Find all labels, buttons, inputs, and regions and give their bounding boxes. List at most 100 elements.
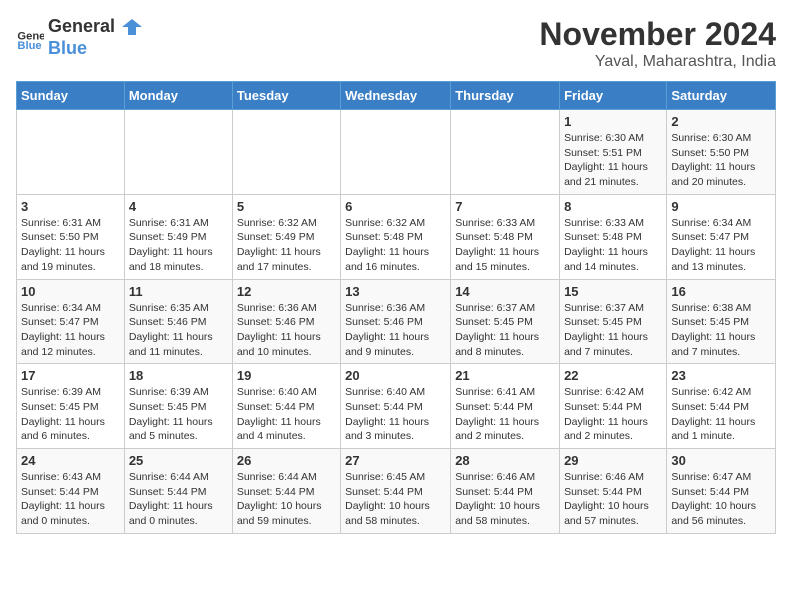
day-number: 21 [455,368,555,383]
calendar-cell: 25 Sunrise: 6:44 AM Sunset: 5:44 PM Dayli… [124,449,232,534]
day-number: 4 [129,199,228,214]
calendar-cell: 7Sunrise: 6:33 AM Sunset: 5:48 PM Daylig… [451,194,560,279]
day-info: Sunrise: 6:37 AM Sunset: 5:45 PM Dayligh… [564,301,662,360]
weekday-header-friday: Friday [560,82,667,110]
calendar-cell: 30 Sunrise: 6:47 AM Sunset: 5:44 PM Dayli… [667,449,776,534]
day-number: 25 [129,453,228,468]
calendar-cell: 28Sunrise: 6:46 AM Sunset: 5:44 PM Dayli… [451,449,560,534]
day-info: Sunrise: 6:37 AM Sunset: 5:45 PM Dayligh… [455,301,555,360]
calendar-cell [232,110,340,195]
day-info: Sunrise: 6:33 AM Sunset: 5:48 PM Dayligh… [455,216,555,275]
day-info: Sunrise: 6:32 AM Sunset: 5:48 PM Dayligh… [345,216,446,275]
calendar-cell: 19 Sunrise: 6:40 AM Sunset: 5:44 PM Dayli… [232,364,340,449]
day-info: Sunrise: 6:39 AM Sunset: 5:45 PM Dayligh… [129,385,228,444]
header: General Blue General Blue November 2024 … [16,16,776,71]
calendar-week-row: 17 Sunrise: 6:39 AM Sunset: 5:45 PM Dayli… [17,364,776,449]
calendar-cell: 12 Sunrise: 6:36 AM Sunset: 5:46 PM Dayli… [232,279,340,364]
calendar-cell: 24 Sunrise: 6:43 AM Sunset: 5:44 PM Dayli… [17,449,125,534]
logo-blue-text: Blue [48,38,142,60]
location-title: Yaval, Maharashtra, India [539,53,776,71]
calendar-cell: 18 Sunrise: 6:39 AM Sunset: 5:45 PM Dayli… [124,364,232,449]
calendar-cell [17,110,125,195]
day-number: 1 [564,114,662,129]
day-info: Sunrise: 6:45 AM Sunset: 5:44 PM Dayligh… [345,470,446,529]
weekday-header-tuesday: Tuesday [232,82,340,110]
day-info: Sunrise: 6:32 AM Sunset: 5:49 PM Dayligh… [237,216,336,275]
calendar-cell: 6Sunrise: 6:32 AM Sunset: 5:48 PM Daylig… [341,194,451,279]
day-info: Sunrise: 6:39 AM Sunset: 5:45 PM Dayligh… [21,385,120,444]
logo-general-text: General [48,16,142,38]
calendar-cell: 14 Sunrise: 6:37 AM Sunset: 5:45 PM Dayli… [451,279,560,364]
weekday-header-row: SundayMondayTuesdayWednesdayThursdayFrid… [17,82,776,110]
day-info: Sunrise: 6:42 AM Sunset: 5:44 PM Dayligh… [671,385,771,444]
calendar-week-row: 1 Sunrise: 6:30 AM Sunset: 5:51 PM Daylig… [17,110,776,195]
calendar-week-row: 3 Sunrise: 6:31 AM Sunset: 5:50 PM Daylig… [17,194,776,279]
day-number: 10 [21,284,120,299]
title-area: November 2024 Yaval, Maharashtra, India [539,16,776,71]
day-number: 29 [564,453,662,468]
calendar-cell: 4 Sunrise: 6:31 AM Sunset: 5:49 PM Daylig… [124,194,232,279]
calendar-cell: 15 Sunrise: 6:37 AM Sunset: 5:45 PM Dayli… [560,279,667,364]
day-number: 28 [455,453,555,468]
day-number: 2 [671,114,771,129]
calendar-cell: 16Sunrise: 6:38 AM Sunset: 5:45 PM Dayli… [667,279,776,364]
day-number: 3 [21,199,120,214]
logo-icon: General Blue [16,24,44,52]
day-number: 9 [671,199,771,214]
day-number: 20 [345,368,446,383]
day-number: 18 [129,368,228,383]
day-number: 12 [237,284,336,299]
calendar-cell: 3 Sunrise: 6:31 AM Sunset: 5:50 PM Daylig… [17,194,125,279]
logo-bird-icon [122,17,142,37]
day-number: 26 [237,453,336,468]
day-info: Sunrise: 6:44 AM Sunset: 5:44 PM Dayligh… [129,470,228,529]
weekday-header-monday: Monday [124,82,232,110]
day-number: 15 [564,284,662,299]
calendar-cell: 29Sunrise: 6:46 AM Sunset: 5:44 PM Dayli… [560,449,667,534]
day-number: 14 [455,284,555,299]
day-info: Sunrise: 6:30 AM Sunset: 5:50 PM Dayligh… [671,131,771,190]
day-info: Sunrise: 6:40 AM Sunset: 5:44 PM Dayligh… [237,385,336,444]
day-info: Sunrise: 6:36 AM Sunset: 5:46 PM Dayligh… [237,301,336,360]
logo: General Blue General Blue [16,16,142,59]
calendar-cell: 2 Sunrise: 6:30 AM Sunset: 5:50 PM Daylig… [667,110,776,195]
calendar-cell: 23 Sunrise: 6:42 AM Sunset: 5:44 PM Dayli… [667,364,776,449]
day-info: Sunrise: 6:38 AM Sunset: 5:45 PM Dayligh… [671,301,771,360]
weekday-header-thursday: Thursday [451,82,560,110]
calendar-cell [341,110,451,195]
calendar-cell: 11 Sunrise: 6:35 AM Sunset: 5:46 PM Dayli… [124,279,232,364]
day-number: 8 [564,199,662,214]
day-info: Sunrise: 6:42 AM Sunset: 5:44 PM Dayligh… [564,385,662,444]
day-info: Sunrise: 6:40 AM Sunset: 5:44 PM Dayligh… [345,385,446,444]
day-info: Sunrise: 6:41 AM Sunset: 5:44 PM Dayligh… [455,385,555,444]
day-number: 27 [345,453,446,468]
day-number: 13 [345,284,446,299]
weekday-header-sunday: Sunday [17,82,125,110]
day-number: 19 [237,368,336,383]
day-info: Sunrise: 6:34 AM Sunset: 5:47 PM Dayligh… [21,301,120,360]
day-info: Sunrise: 6:43 AM Sunset: 5:44 PM Dayligh… [21,470,120,529]
weekday-header-saturday: Saturday [667,82,776,110]
month-title: November 2024 [539,16,776,53]
day-info: Sunrise: 6:31 AM Sunset: 5:50 PM Dayligh… [21,216,120,275]
calendar-cell: 8 Sunrise: 6:33 AM Sunset: 5:48 PM Daylig… [560,194,667,279]
day-info: Sunrise: 6:36 AM Sunset: 5:46 PM Dayligh… [345,301,446,360]
day-number: 30 [671,453,771,468]
day-number: 17 [21,368,120,383]
calendar-cell [451,110,560,195]
day-number: 24 [21,453,120,468]
calendar-cell: 10 Sunrise: 6:34 AM Sunset: 5:47 PM Dayli… [17,279,125,364]
calendar-cell: 27 Sunrise: 6:45 AM Sunset: 5:44 PM Dayli… [341,449,451,534]
day-info: Sunrise: 6:35 AM Sunset: 5:46 PM Dayligh… [129,301,228,360]
calendar-cell: 13 Sunrise: 6:36 AM Sunset: 5:46 PM Dayli… [341,279,451,364]
day-info: Sunrise: 6:31 AM Sunset: 5:49 PM Dayligh… [129,216,228,275]
day-number: 22 [564,368,662,383]
day-number: 11 [129,284,228,299]
day-info: Sunrise: 6:47 AM Sunset: 5:44 PM Dayligh… [671,470,771,529]
calendar-cell: 1 Sunrise: 6:30 AM Sunset: 5:51 PM Daylig… [560,110,667,195]
day-info: Sunrise: 6:30 AM Sunset: 5:51 PM Dayligh… [564,131,662,190]
day-number: 23 [671,368,771,383]
calendar-cell: 21 Sunrise: 6:41 AM Sunset: 5:44 PM Dayli… [451,364,560,449]
day-info: Sunrise: 6:33 AM Sunset: 5:48 PM Dayligh… [564,216,662,275]
calendar-cell [124,110,232,195]
